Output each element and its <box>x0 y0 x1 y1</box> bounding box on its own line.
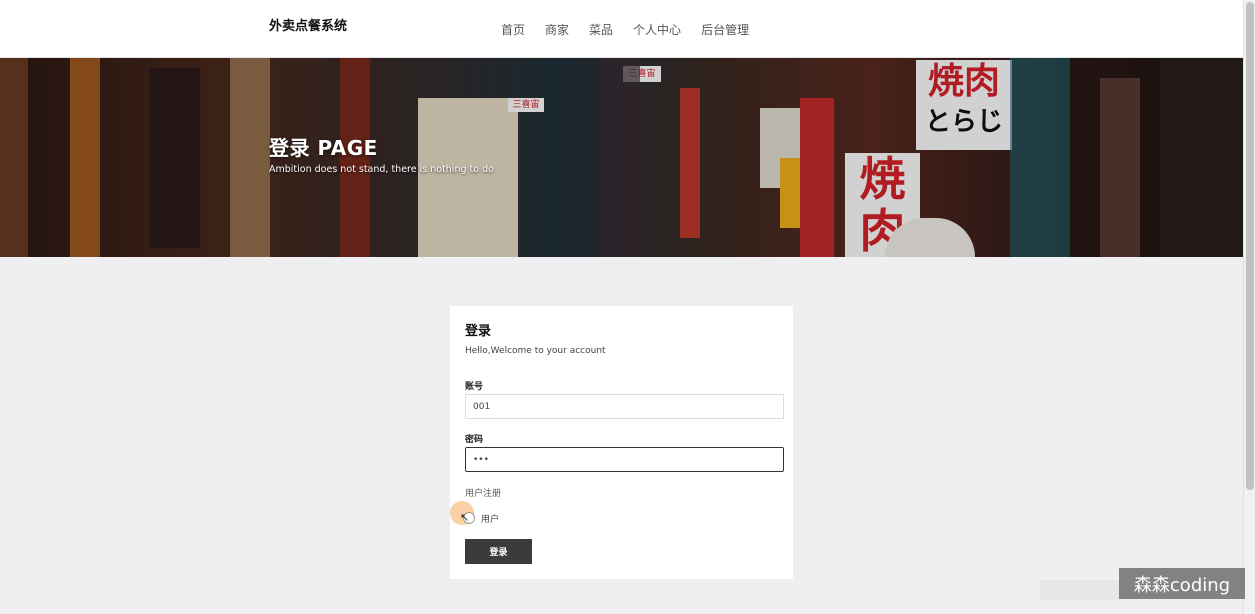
main-nav: 首页 商家 菜品 个人中心 后台管理 <box>501 21 769 38</box>
account-input[interactable] <box>465 394 784 419</box>
login-button[interactable]: 登录 <box>465 539 532 564</box>
password-label: 密码 <box>465 435 484 445</box>
nav-merchants[interactable]: 商家 <box>545 21 569 38</box>
role-user-label: 用户 <box>481 515 500 525</box>
scrollbar-thumb[interactable] <box>1246 2 1254 490</box>
site-brand[interactable]: 外卖点餐系统 <box>269 15 347 34</box>
top-navbar: 外卖点餐系统 首页 商家 菜品 个人中心 后台管理 <box>0 0 1243 58</box>
hero-title: 登录 PAGE <box>269 136 378 160</box>
hero-subtitle: Ambition does not stand, there is nothin… <box>269 164 494 175</box>
login-title: 登录 <box>465 324 492 339</box>
nav-dishes[interactable]: 菜品 <box>589 21 613 38</box>
nav-home[interactable]: 首页 <box>501 21 525 38</box>
overlay-decor <box>1040 580 1120 600</box>
register-link[interactable]: 用户注册 <box>465 486 501 499</box>
watermark: 森森coding <box>1119 568 1245 599</box>
password-input[interactable] <box>465 447 784 472</box>
nav-admin[interactable]: 后台管理 <box>701 21 749 38</box>
page-scrollbar[interactable] <box>1243 0 1255 614</box>
mouse-pointer-icon: ↖ <box>460 511 470 524</box>
hero-banner: 三喜宙 三喜宙 焼肉 とらじ 焼 肉 登录 PAGE Ambition does… <box>0 58 1243 257</box>
account-label: 账号 <box>465 382 484 392</box>
banner-shade <box>0 58 1243 257</box>
login-card: 登录 Hello,Welcome to your account 账号 密码 用… <box>450 306 793 579</box>
nav-profile[interactable]: 个人中心 <box>633 21 681 38</box>
welcome-text: Hello,Welcome to your account <box>465 346 606 356</box>
